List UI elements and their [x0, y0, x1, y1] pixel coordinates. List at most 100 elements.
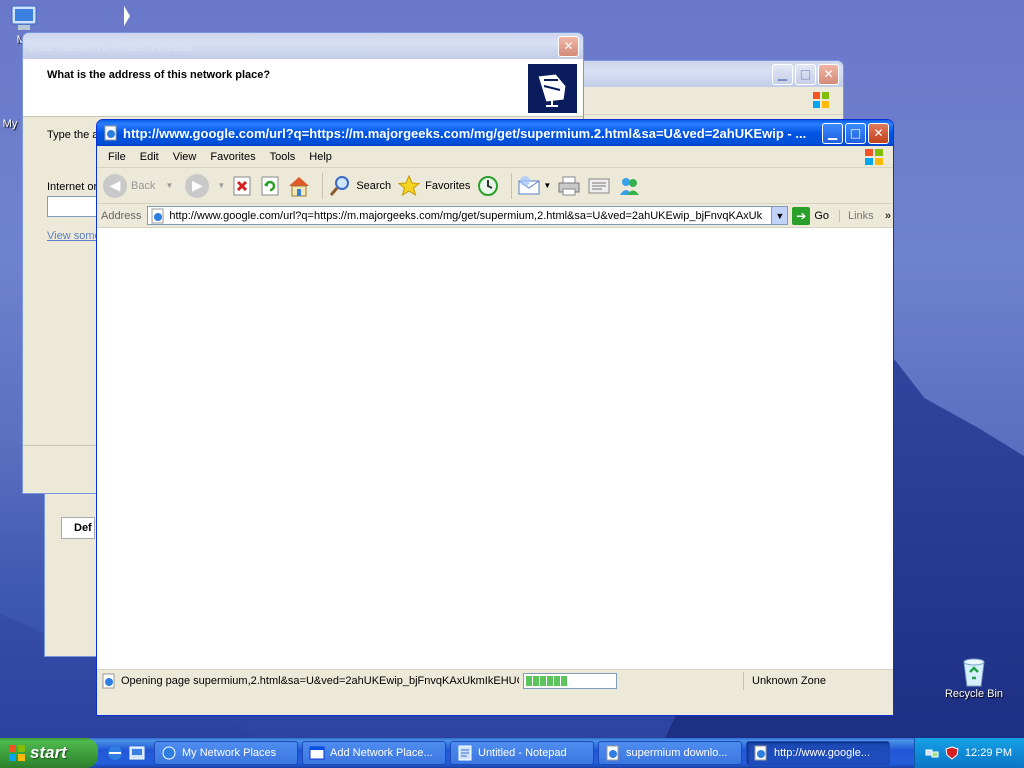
wizard-title-bar[interactable]: Add Network Place Wizard ✕: [23, 33, 583, 59]
close-button[interactable]: ✕: [818, 63, 839, 85]
status-text: Opening page supermium,2.html&sa=U&ved=2…: [121, 674, 519, 687]
computer-icon: [11, 5, 37, 30]
wizard-type-text: Type the a: [47, 129, 99, 141]
toolbar-separator: [511, 172, 513, 199]
minimize-button[interactable]: ▁: [772, 63, 793, 85]
maximize-button[interactable]: □: [795, 63, 816, 85]
taskbar-button-add-network-place[interactable]: Add Network Place...: [302, 741, 446, 765]
mail-icon: [518, 175, 540, 194]
security-shield-icon[interactable]: [945, 746, 959, 760]
taskbar: start My Network Places Add Network Plac…: [0, 738, 1024, 768]
messenger-icon: [620, 177, 640, 195]
go-label: Go: [814, 209, 829, 222]
close-button[interactable]: ✕: [868, 122, 889, 144]
wizard-header: What is the address of this network plac…: [23, 59, 583, 117]
print-button[interactable]: [557, 175, 581, 197]
wizard-heading: What is the address of this network plac…: [47, 69, 271, 81]
progress-block: [547, 675, 553, 686]
page-content[interactable]: [97, 228, 893, 669]
history-button[interactable]: [476, 174, 500, 198]
back-dropdown-icon[interactable]: ▼: [165, 181, 173, 190]
mail-button[interactable]: ▼: [517, 175, 551, 197]
wizard-close-button[interactable]: ✕: [558, 35, 579, 57]
toolbar-separator: [322, 172, 324, 199]
stop-icon: [233, 176, 251, 195]
progress-block: [526, 675, 532, 686]
back-label: Back: [131, 179, 156, 192]
network-places-icon: [162, 746, 176, 760]
edit-button[interactable]: [587, 175, 611, 197]
home-icon: [289, 176, 310, 196]
menu-help[interactable]: Help: [302, 151, 339, 163]
mouse-cursor: [124, 6, 130, 26]
forward-dropdown-icon[interactable]: ▼: [217, 181, 225, 190]
ie-page-icon: [104, 125, 117, 141]
start-button[interactable]: start: [0, 738, 98, 768]
internet-explorer-window[interactable]: http://www.google.com/url?q=https://m.ma…: [96, 119, 894, 716]
menu-favorites[interactable]: Favorites: [203, 151, 262, 163]
default-button[interactable]: Def: [61, 517, 95, 539]
progress-bar: [523, 672, 617, 689]
progress-block: [540, 675, 546, 686]
home-button[interactable]: [287, 175, 311, 197]
address-url: http://www.google.com/url?q=https://m.ma…: [169, 209, 763, 222]
printer-icon: [558, 176, 580, 195]
taskbar-button-my-network-places[interactable]: My Network Places: [154, 741, 298, 765]
view-examples-link[interactable]: View some: [47, 230, 101, 242]
progress-fill: [526, 675, 567, 686]
maximize-button[interactable]: □: [845, 122, 866, 144]
menu-view[interactable]: View: [166, 151, 204, 163]
desktop-icon-recycle-bin[interactable]: Recycle Bin: [942, 656, 1006, 700]
zone-text: Unknown Zone: [743, 671, 893, 690]
chevron-right-icon: »: [884, 209, 891, 222]
links-label: Links: [848, 209, 874, 222]
menu-edit[interactable]: Edit: [133, 151, 166, 163]
taskbar-button-label: Add Network Place...: [330, 747, 433, 759]
messenger-button[interactable]: [617, 175, 641, 197]
address-label: Address: [101, 209, 142, 222]
minimize-button[interactable]: ▁: [822, 122, 843, 144]
system-tray: 12:29 PM: [914, 738, 1024, 768]
ie-icon[interactable]: [106, 744, 124, 762]
taskbar-button-supermium[interactable]: supermium downlo...: [598, 741, 742, 765]
search-icon: [330, 175, 350, 196]
favorites-button[interactable]: Favorites: [397, 174, 470, 198]
links-button[interactable]: Links »: [839, 209, 893, 222]
wizard-internet-label: Internet or: [47, 181, 98, 193]
taskbar-button-google[interactable]: http://www.google...: [746, 741, 890, 765]
browser-title-bar[interactable]: http://www.google.com/url?q=https://m.ma…: [97, 120, 893, 146]
back-arrow-icon: ◀: [103, 173, 127, 198]
search-button[interactable]: Search: [328, 174, 391, 198]
clock: 12:29 PM: [964, 747, 1012, 759]
forward-button[interactable]: ▶ ▼: [179, 173, 225, 198]
windows-logo-icon: [813, 92, 829, 108]
ie-page-icon: [606, 745, 619, 761]
refresh-button[interactable]: [259, 175, 281, 197]
go-button[interactable]: ➔ Go: [792, 206, 829, 225]
address-bar: Address http://www.google.com/url?q=http…: [97, 204, 893, 228]
menu-tools[interactable]: Tools: [263, 151, 303, 163]
desktop-icon-my-second[interactable]: My: [0, 118, 20, 130]
star-icon: [397, 174, 421, 196]
taskbar-button-notepad[interactable]: Untitled - Notepad: [450, 741, 594, 765]
taskbar-button-label: Untitled - Notepad: [478, 747, 567, 759]
ie-page-icon: [754, 745, 767, 761]
mail-dropdown-icon[interactable]: ▼: [543, 181, 551, 190]
menu-file[interactable]: File: [101, 151, 133, 163]
back-button[interactable]: ◀ Back ▼: [103, 173, 173, 198]
network-folder-icon: [528, 64, 577, 113]
progress-block: [554, 675, 560, 686]
address-input[interactable]: http://www.google.com/url?q=https://m.ma…: [147, 206, 789, 225]
address-dropdown-icon[interactable]: ▼: [771, 207, 788, 224]
taskbar-button-label: supermium downlo...: [626, 747, 728, 759]
taskbar-button-label: My Network Places: [182, 747, 277, 759]
start-label: start: [30, 743, 67, 762]
taskbar-button-label: http://www.google...: [774, 747, 870, 759]
notepad-icon: [458, 745, 472, 761]
show-desktop-icon[interactable]: [128, 744, 146, 762]
stop-button[interactable]: [231, 175, 253, 197]
browser-title: http://www.google.com/url?q=https://m.ma…: [123, 125, 807, 141]
network-tray-icon[interactable]: [925, 746, 939, 760]
wizard-title: Add Network Place Wizard: [29, 38, 193, 54]
history-icon: [478, 175, 499, 196]
